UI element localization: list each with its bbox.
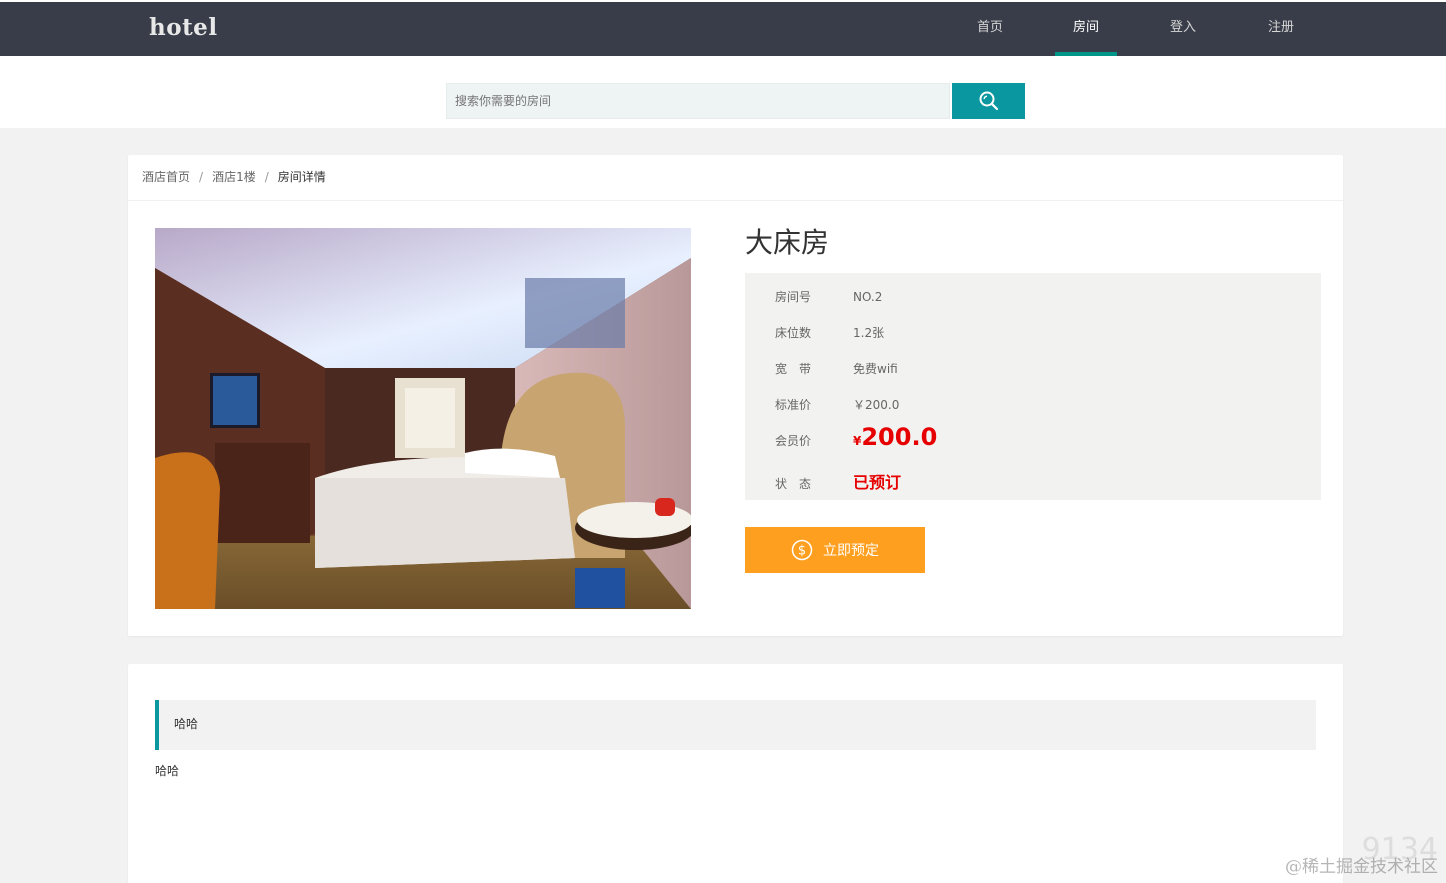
search-bar xyxy=(0,56,1446,128)
info-row-standard-price: 标准价 ￥200.0 xyxy=(775,396,899,413)
info-key: 标准价 xyxy=(775,398,812,412)
nav-item-register[interactable]: 注册 xyxy=(1250,2,1312,56)
status-badge: 已预订 xyxy=(853,473,902,492)
breadcrumb-floor[interactable]: 酒店1楼 xyxy=(212,170,256,184)
member-price: 200.0 xyxy=(861,423,938,451)
room-photo xyxy=(155,228,691,609)
info-row-member-price: 会员价 ¥200.0 xyxy=(775,423,937,451)
info-key: 床位数 xyxy=(775,326,812,340)
info-key: 宽 带 xyxy=(775,362,812,376)
info-row-status: 状 态 已预订 xyxy=(775,469,901,493)
search-icon xyxy=(979,91,998,111)
info-key: 状 态 xyxy=(775,477,812,491)
nav-item-home[interactable]: 首页 xyxy=(959,2,1021,56)
breadcrumb-separator: / xyxy=(264,170,269,184)
room-detail-card: 酒店首页 / 酒店1楼 / 房间详情 大床房 房间号 NO.2 床位数 1.2张… xyxy=(128,155,1343,636)
info-row-beds: 床位数 1.2张 xyxy=(775,324,884,341)
description-title: 哈哈 xyxy=(155,700,1316,750)
svg-text:$: $ xyxy=(798,544,806,559)
site-logo[interactable]: hotel xyxy=(149,14,218,41)
dollar-circle-icon: $ xyxy=(791,539,813,561)
info-key: 会员价 xyxy=(775,434,812,448)
info-value: ￥200.0 xyxy=(853,398,900,412)
book-now-label: 立即预定 xyxy=(823,543,879,559)
nav-item-login[interactable]: 登入 xyxy=(1152,2,1214,56)
watermark: @稀土掘金技术社区 xyxy=(1285,857,1438,877)
breadcrumb: 酒店首页 / 酒店1楼 / 房间详情 xyxy=(128,155,1343,201)
info-row-broadband: 宽 带 免费wifi xyxy=(775,360,898,377)
nav-item-rooms[interactable]: 房间 xyxy=(1055,2,1117,56)
search-button[interactable] xyxy=(952,83,1025,119)
top-navbar: hotel 首页 房间 登入 注册 xyxy=(0,0,1446,56)
info-key: 房间号 xyxy=(775,290,812,304)
room-description-card: 哈哈 哈哈 xyxy=(128,664,1343,883)
info-value: 免费wifi xyxy=(853,362,898,376)
book-now-button[interactable]: $ 立即预定 xyxy=(745,527,925,573)
room-info-panel: 房间号 NO.2 床位数 1.2张 宽 带 免费wifi 标准价 ￥200.0 会员价 ¥… xyxy=(745,273,1321,500)
info-row-room-number: 房间号 NO.2 xyxy=(775,288,882,305)
breadcrumb-separator: / xyxy=(199,170,204,184)
info-value: NO.2 xyxy=(853,290,883,304)
breadcrumb-current: 房间详情 xyxy=(277,170,326,184)
room-title: 大床房 xyxy=(745,226,830,259)
search-input[interactable] xyxy=(446,83,950,119)
breadcrumb-home[interactable]: 酒店首页 xyxy=(142,170,190,184)
info-value: 1.2张 xyxy=(853,326,885,340)
description-text: 哈哈 xyxy=(155,764,180,778)
